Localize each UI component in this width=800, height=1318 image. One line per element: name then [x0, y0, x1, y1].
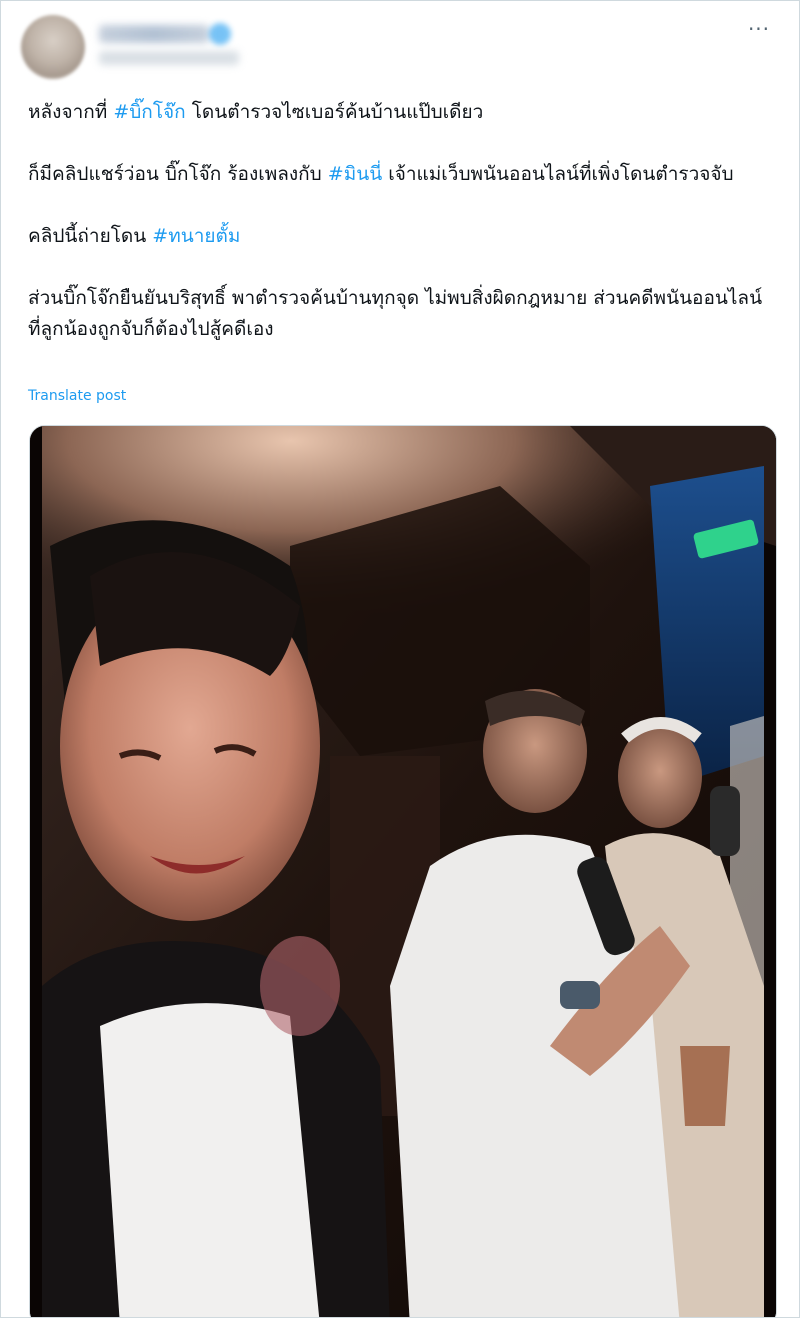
- translate-post-link[interactable]: Translate post: [28, 388, 126, 404]
- verified-badge-icon: [209, 23, 231, 45]
- hashtag-link[interactable]: #บิ๊กโจ๊ก: [113, 101, 185, 123]
- tweet-paragraph-1: หลังจากที่ #บิ๊กโจ๊ก โดนตำรวจไซเบอร์ค้นบ…: [28, 97, 774, 128]
- tweet-card: ··· หลังจากที่ #บิ๊กโจ๊ก โดนตำรวจไซเบอร์…: [0, 0, 800, 1318]
- hashtag-link[interactable]: #มินนี่: [328, 163, 382, 185]
- text-segment: โดนตำรวจไซเบอร์ค้นบ้านแป๊บเดียว: [185, 101, 484, 123]
- hashtag-link[interactable]: #ทนายตั้ม: [152, 225, 240, 247]
- more-horizontal-icon: ···: [747, 17, 771, 41]
- handle-blurred[interactable]: [99, 51, 239, 65]
- foreground-person-shirt: [100, 1003, 320, 1317]
- text-segment: เจ้าแม่เว็บพนันออนไลน์ที่เพิ่งโดนตำรวจจั…: [382, 163, 734, 185]
- background-figure: [260, 936, 340, 1036]
- video-frame: [30, 426, 776, 1317]
- tweet-media-video[interactable]: [29, 425, 777, 1317]
- avatar[interactable]: [21, 15, 85, 79]
- tweet-header: ···: [21, 15, 781, 79]
- tweet-paragraph-3: คลิปนี้ถ่ายโดน #ทนายตั้ม: [28, 221, 774, 252]
- drink-glass: [680, 1046, 730, 1126]
- text-segment: ก็มีคลิปแชร์ว่อน บิ๊กโจ๊ก ร้องเพลงกับ: [28, 163, 328, 185]
- text-segment: คลิปนี้ถ่ายโดน: [28, 225, 153, 247]
- tweet-text: หลังจากที่ #บิ๊กโจ๊ก โดนตำรวจไซเบอร์ค้นบ…: [28, 97, 774, 345]
- wristwatch: [560, 981, 600, 1009]
- tweet-paragraph-4: ส่วนบิ๊กโจ๊กยืนยันบริสุทธิ์ พาตำรวจค้นบ้…: [28, 287, 763, 340]
- text-segment: หลังจากที่: [28, 101, 114, 123]
- more-options-button[interactable]: ···: [741, 19, 777, 47]
- tweet-paragraph-2: ก็มีคลิปแชร์ว่อน บิ๊กโจ๊ก ร้องเพลงกับ #ม…: [28, 159, 774, 190]
- display-name-blurred[interactable]: [99, 25, 209, 43]
- video-side-bar: [764, 426, 776, 1317]
- video-side-bar: [30, 426, 42, 1317]
- microphone: [710, 786, 740, 856]
